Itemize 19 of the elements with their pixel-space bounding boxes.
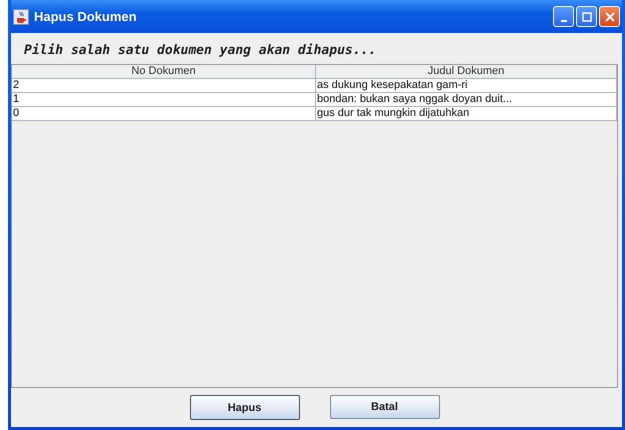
minimize-button[interactable] bbox=[553, 6, 574, 27]
close-icon bbox=[604, 12, 614, 22]
maximize-icon bbox=[582, 12, 592, 22]
minimize-icon bbox=[560, 20, 566, 22]
table-cell: 2 bbox=[12, 78, 316, 92]
column-header[interactable]: Judul Dokumen bbox=[316, 65, 616, 78]
maximize-button[interactable] bbox=[576, 6, 597, 27]
column-header[interactable]: No Dokumen bbox=[12, 65, 316, 78]
window-title: Hapus Dokumen bbox=[34, 9, 138, 24]
table-cell: 1 bbox=[12, 92, 316, 106]
table-cell: as dukung kesepakatan gam-ri bbox=[316, 78, 616, 92]
cup-icon bbox=[13, 8, 29, 24]
table-cell: bondan: bukan saya nggak doyan duit... bbox=[316, 92, 616, 106]
instruction-label: Pilih salah satu dokumen yang akan dihapus... bbox=[24, 43, 378, 58]
dialog-button[interactable]: Hapus bbox=[190, 395, 300, 420]
close-button[interactable] bbox=[599, 6, 620, 27]
table-cell: 0 bbox=[12, 106, 316, 120]
dialog-button[interactable]: Batal bbox=[330, 395, 440, 419]
table-cell: gus dur tak mungkin dijatuhkan bbox=[316, 106, 616, 120]
